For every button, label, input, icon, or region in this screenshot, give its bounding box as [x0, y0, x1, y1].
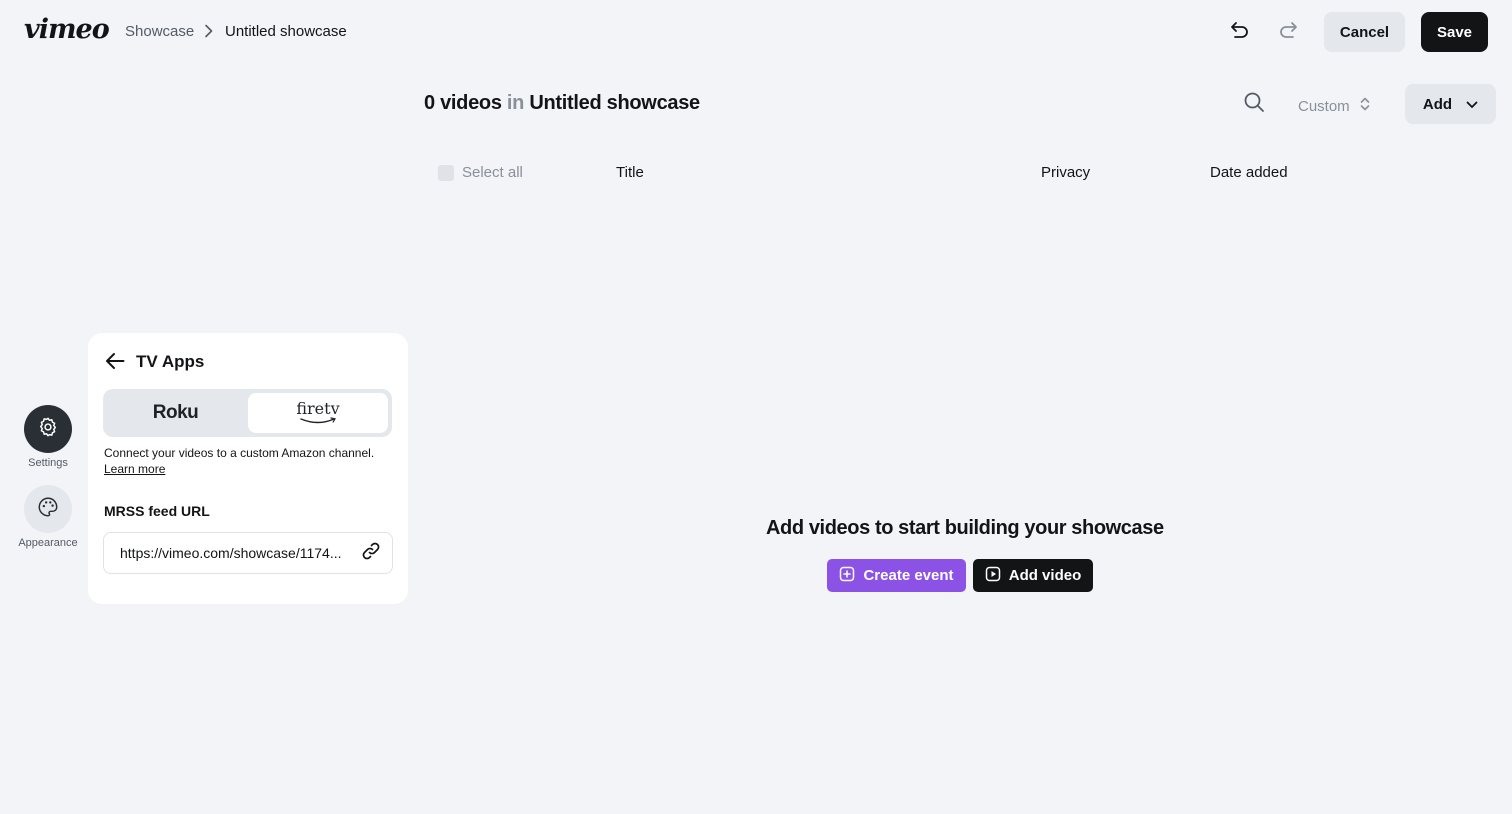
redo-button[interactable]	[1274, 18, 1302, 46]
description-text: Connect your videos to a custom Amazon c…	[104, 446, 375, 460]
save-button[interactable]: Save	[1421, 12, 1488, 52]
breadcrumb-current: Untitled showcase	[225, 23, 347, 40]
top-bar: vimeo Showcase Untitled showcase Cancel …	[0, 0, 1512, 64]
sort-label: Custom	[1298, 97, 1350, 115]
showcase-name: Untitled showcase	[529, 92, 700, 114]
rail-item-appearance[interactable]: Appearance	[16, 485, 80, 549]
chevron-right-icon	[202, 24, 216, 38]
mrss-url-input[interactable]	[120, 545, 360, 561]
add-label: Add	[1422, 95, 1453, 113]
palette-icon	[37, 496, 59, 523]
mrss-url-field[interactable]	[103, 532, 393, 574]
create-event-button[interactable]: Create event	[827, 559, 966, 592]
sort-dropdown[interactable]: Custom	[1298, 96, 1370, 116]
undo-icon	[1229, 19, 1251, 46]
select-all-checkbox[interactable]	[438, 164, 454, 181]
sort-arrows-icon	[1360, 96, 1370, 116]
vimeo-logo[interactable]: vimeo	[24, 14, 110, 45]
cancel-button[interactable]: Cancel	[1324, 12, 1405, 52]
tv-apps-panel: TV Apps Roku firetv Connect your videos …	[88, 333, 408, 604]
back-button[interactable]	[104, 352, 126, 374]
column-header-date-added[interactable]: Date added	[1210, 164, 1288, 181]
rail-label-appearance: Appearance	[18, 537, 78, 549]
panel-title: TV Apps	[136, 352, 205, 371]
settings-button[interactable]	[24, 405, 72, 453]
copy-link-button[interactable]	[360, 542, 382, 564]
tab-roku[interactable]: Roku	[107, 393, 244, 433]
video-count: 0 videos	[424, 92, 502, 114]
tab-firetv[interactable]: firetv	[248, 393, 388, 433]
add-dropdown-button[interactable]: Add	[1405, 84, 1496, 124]
page-title: 0 videos in Untitled showcase	[424, 92, 700, 115]
select-all-control[interactable]: Select all	[438, 164, 523, 181]
roku-logo: Roku	[152, 402, 199, 423]
redo-icon	[1277, 19, 1299, 46]
firetv-logo: firetv	[296, 399, 340, 418]
appearance-button[interactable]	[24, 485, 72, 533]
mrss-feed-label: MRSS feed URL	[104, 503, 210, 519]
title-in-connector: in	[506, 92, 525, 114]
link-icon	[361, 541, 381, 566]
add-video-button[interactable]: Add video	[973, 559, 1093, 592]
rail-label-settings: Settings	[28, 457, 68, 469]
column-header-privacy[interactable]: Privacy	[1041, 164, 1090, 181]
rail-item-settings[interactable]: Settings	[16, 405, 80, 469]
search-icon	[1243, 91, 1265, 118]
select-all-label: Select all	[462, 164, 523, 181]
column-header-title[interactable]: Title	[616, 164, 644, 181]
gear-icon	[37, 416, 59, 443]
panel-description: Connect your videos to a custom Amazon c…	[104, 445, 400, 477]
add-video-label: Add video	[1008, 567, 1082, 584]
play-square-icon	[985, 566, 1001, 586]
breadcrumb-showcase-link[interactable]: Showcase	[125, 23, 194, 40]
undo-button[interactable]	[1226, 18, 1254, 46]
arrow-left-icon	[105, 352, 125, 375]
chevron-down-icon	[1466, 96, 1478, 113]
plus-square-icon	[839, 566, 855, 586]
empty-state-message: Add videos to start building your showca…	[766, 517, 1164, 539]
learn-more-link[interactable]: Learn more	[104, 461, 165, 477]
create-event-label: Create event	[863, 567, 954, 584]
tv-platform-toggle: Roku firetv	[103, 389, 392, 437]
search-button[interactable]	[1240, 90, 1268, 118]
amazon-smile-icon	[300, 417, 336, 424]
